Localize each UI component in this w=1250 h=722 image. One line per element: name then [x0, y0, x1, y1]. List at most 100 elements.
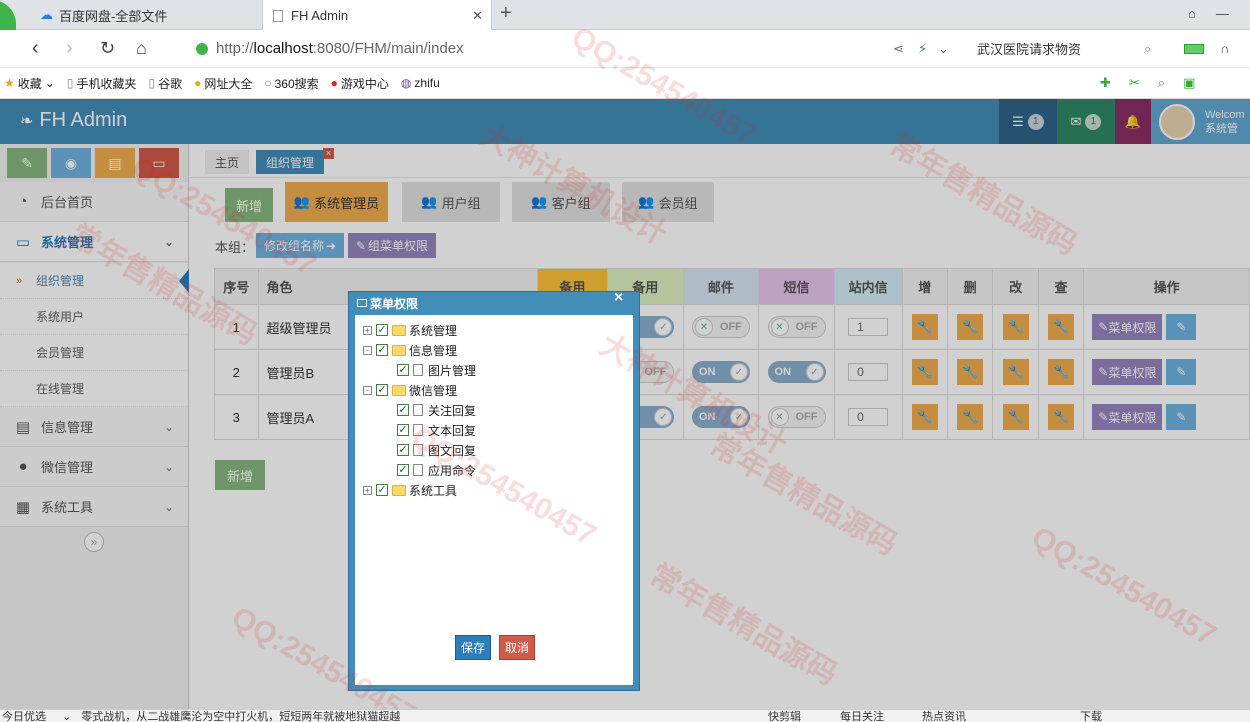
folder-open-icon	[392, 344, 406, 356]
file-icon	[413, 464, 423, 476]
forward-icon[interactable]: ›	[66, 37, 73, 60]
home-icon[interactable]: ⌂	[136, 38, 147, 59]
flash-icon[interactable]: ⚡	[918, 41, 927, 57]
tree-label: 系统工具	[409, 483, 458, 498]
extensions-icons[interactable]: ✚✂⌕▣	[1100, 75, 1213, 91]
cancel-button[interactable]: 取消	[499, 635, 535, 660]
button-label: 取消	[504, 641, 529, 655]
status-news[interactable]: 零式战机，从二战雄鹰沦为空中打火机，短短两年就被地狱猫超越	[81, 708, 400, 722]
share-icon[interactable]: ⋖	[893, 41, 904, 57]
bookmark-label: 谷歌	[158, 76, 183, 91]
bookmark-games[interactable]: ● 游戏中心	[331, 75, 389, 92]
bookmark-hao[interactable]: ● 网址大全	[194, 75, 252, 92]
tree-label: 关注回复	[428, 403, 477, 418]
checkbox[interactable]: ✓	[397, 364, 409, 376]
tree-node-tools[interactable]: + ✓ 系统工具	[363, 481, 457, 499]
bookmark-label: 网址大全	[204, 76, 253, 91]
tree-node-images[interactable]: ✓ 图片管理	[397, 361, 476, 379]
tree-node-text-reply[interactable]: ✓ 文本回复	[397, 421, 476, 439]
url-path: :8080/FHM/main/index	[312, 40, 464, 57]
file-icon	[413, 404, 423, 416]
page-icon: ▯	[148, 76, 156, 90]
file-icon	[413, 364, 423, 376]
checkbox[interactable]: ✓	[397, 444, 409, 456]
folder-icon	[392, 484, 406, 496]
tree-label: 图片管理	[428, 363, 477, 378]
360-icon: ○	[264, 76, 272, 90]
bookmark-favorites[interactable]: ★ 收藏 ⌄	[4, 75, 55, 92]
bookmark-360[interactable]: ○ 360搜索	[264, 75, 318, 92]
checkbox[interactable]: ✓	[376, 344, 388, 356]
dialog-titlebar[interactable]: 菜单权限	[349, 292, 639, 314]
browser-tab-strip: ☁ 百度网盘-全部文件 FH Admin ✕ + ⌂ —	[0, 0, 1250, 52]
browser-tab-label: 百度网盘-全部文件	[59, 8, 168, 24]
checkbox[interactable]: ✓	[376, 384, 388, 396]
browser-tab-baidu[interactable]: ☁ 百度网盘-全部文件	[30, 0, 260, 30]
menu-permission-dialog: 菜单权限 × + ✓ 系统管理 - ✓ 信息管理 ✓ 图片管理 - ✓ 微信管理 ✓ 关注回复 …	[348, 289, 640, 691]
address-bar: ‹ › ↻ ⌂ http://localhost:8080/FHM/main/i…	[0, 30, 1250, 68]
star-icon: ★	[4, 76, 15, 90]
dialog-close-button[interactable]: ×	[614, 289, 623, 307]
search-icon[interactable]: ⌕	[1144, 41, 1151, 57]
file-icon	[413, 444, 423, 456]
button-label: 保存	[460, 641, 485, 655]
tree-label: 文本回复	[428, 423, 477, 438]
tree-node-system[interactable]: + ✓ 系统管理	[363, 321, 457, 339]
bookmark-label: 收藏	[17, 76, 42, 91]
page-icon	[273, 9, 283, 22]
save-button[interactable]: 保存	[455, 635, 491, 660]
expand-icon[interactable]: +	[363, 325, 372, 335]
bookmark-label: 手机收藏夹	[76, 76, 137, 91]
tree-label: 图文回复	[428, 443, 477, 458]
minimize-icon[interactable]: —	[1216, 6, 1229, 21]
checkbox[interactable]: ✓	[376, 484, 388, 496]
chevron-down-icon: ⌄	[44, 76, 55, 90]
status-item[interactable]: 下载	[1080, 708, 1102, 722]
checkbox[interactable]: ✓	[376, 324, 388, 336]
checkbox[interactable]: ✓	[397, 404, 409, 416]
url-host: localhost	[253, 40, 313, 57]
tree-node-news-reply[interactable]: ✓ 图文回复	[397, 441, 476, 459]
browser-tab-label: FH Admin	[291, 8, 349, 23]
browser-tab-fhadmin[interactable]: FH Admin ✕	[262, 0, 492, 31]
back-icon[interactable]: ‹	[32, 37, 39, 60]
headset-icon[interactable]: ∩	[1220, 41, 1229, 56]
chevron-down-icon: ⌄	[62, 710, 72, 722]
checkbox[interactable]: ✓	[397, 464, 409, 476]
folder-icon	[392, 324, 406, 336]
status-left[interactable]: 今日优选	[2, 708, 46, 722]
bookmark-zhifu[interactable]: ◍ zhifu	[401, 76, 440, 90]
url-field[interactable]: http://localhost:8080/FHM/main/index	[196, 40, 464, 57]
new-tab-button[interactable]: +	[500, 2, 512, 25]
dialog-body: + ✓ 系统管理 - ✓ 信息管理 ✓ 图片管理 - ✓ 微信管理 ✓ 关注回复 ✓ 文本回复 ✓…	[355, 315, 633, 685]
file-icon	[413, 424, 423, 436]
battery-icon	[1184, 43, 1204, 54]
browser-status-bar: 今日优选 ⌄ 零式战机，从二战雄鹰沦为空中打火机，短短两年就被地狱猫超越 快剪辑…	[0, 709, 1250, 722]
hao-icon: ●	[194, 76, 202, 90]
status-item[interactable]: 热点资讯	[922, 708, 966, 722]
chevron-down-icon[interactable]: ⌄	[938, 41, 949, 57]
close-tab-icon[interactable]: ✕	[472, 8, 483, 24]
tree-node-app-command[interactable]: ✓ 应用命令	[397, 461, 476, 479]
bookmark-google[interactable]: ▯ 谷歌	[148, 75, 182, 92]
tree-label: 系统管理	[409, 323, 458, 338]
skin-icon[interactable]: ⌂	[1188, 6, 1196, 21]
status-item[interactable]: 每日关注	[840, 708, 884, 722]
search-field[interactable]: 武汉医院请求物资	[977, 39, 1081, 58]
page-icon: ▯	[66, 76, 74, 90]
collapse-icon[interactable]: -	[363, 345, 372, 355]
collapse-icon[interactable]: -	[363, 385, 372, 395]
tree-node-follow-reply[interactable]: ✓ 关注回复	[397, 401, 476, 419]
checkbox[interactable]: ✓	[397, 424, 409, 436]
globe-icon: ◍	[400, 76, 412, 90]
expand-icon[interactable]: +	[363, 485, 372, 495]
baidu-cloud-icon: ☁	[40, 7, 53, 22]
tree-node-wechat[interactable]: - ✓ 微信管理	[363, 381, 457, 399]
status-item[interactable]: 快剪辑	[768, 708, 801, 722]
bookmark-mobile[interactable]: ▯ 手机收藏夹	[67, 75, 137, 92]
tree-node-info[interactable]: - ✓ 信息管理	[363, 341, 457, 359]
dialog-title: 菜单权限	[370, 296, 419, 311]
tree-label: 微信管理	[409, 383, 458, 398]
tree-label: 应用命令	[428, 463, 477, 478]
reload-icon[interactable]: ↻	[100, 38, 115, 59]
